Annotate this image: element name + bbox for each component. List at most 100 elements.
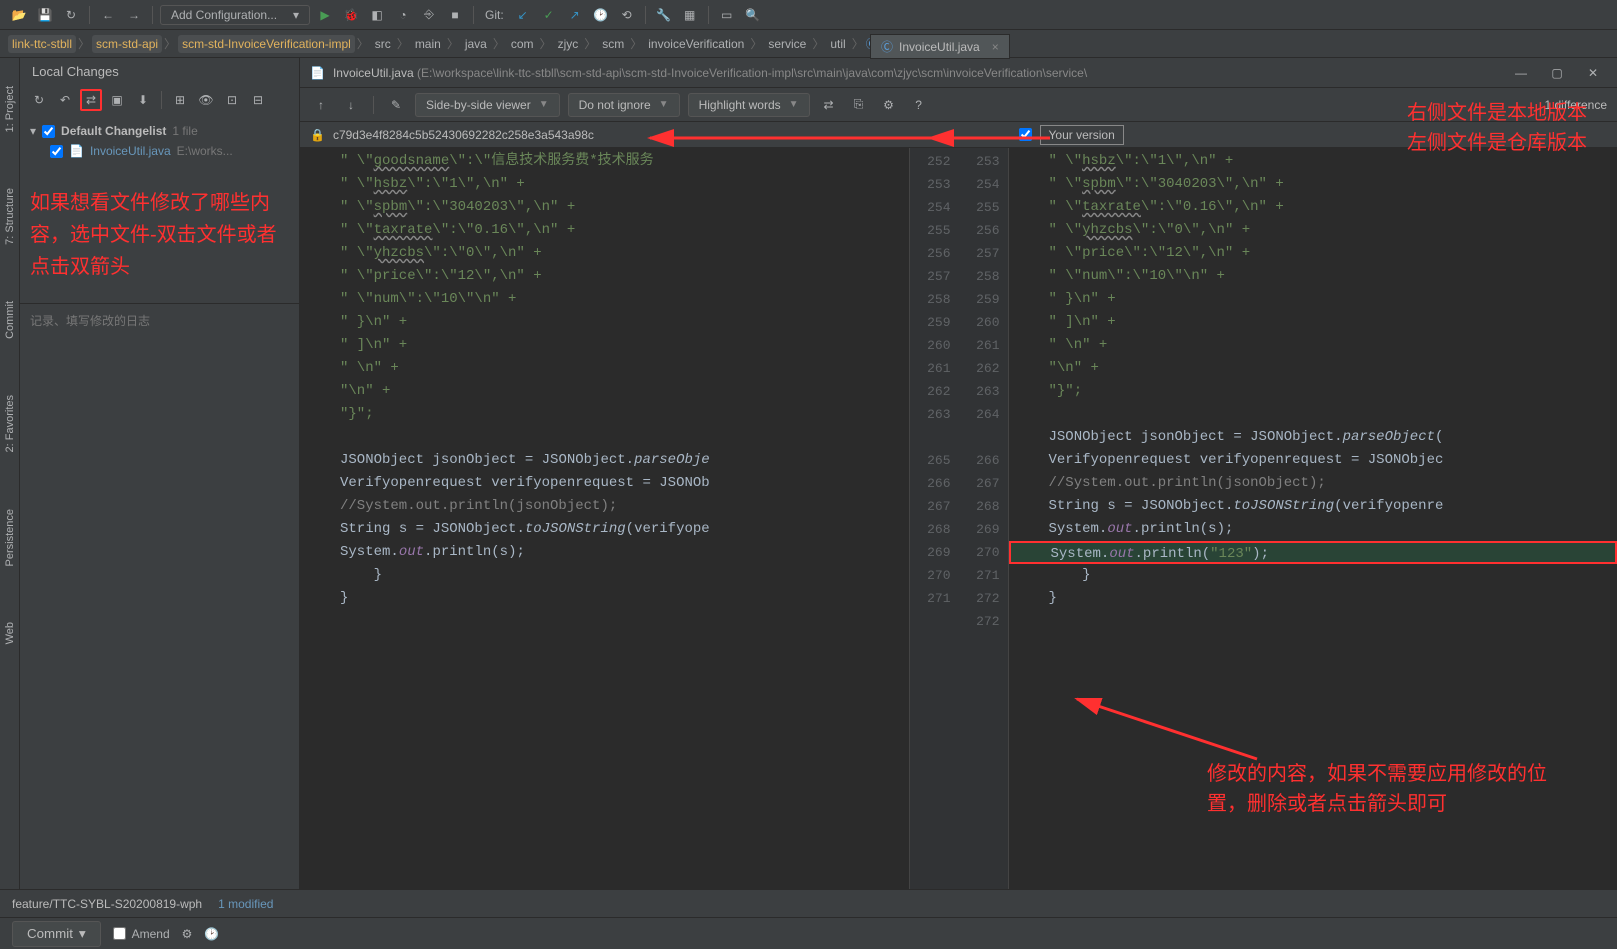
code-line[interactable]: " \"yhzcbs\":\"0\",\n" + bbox=[1009, 219, 1617, 242]
code-line[interactable]: String s = JSONObject.toJSONString(verif… bbox=[300, 518, 909, 541]
code-line[interactable]: " \"num\":\"10\"\n" + bbox=[300, 288, 909, 311]
code-line[interactable]: //System.out.println(jsonObject); bbox=[1009, 472, 1617, 495]
code-line[interactable]: System.out.println(s); bbox=[1009, 518, 1617, 541]
sidebar-tab-web[interactable]: Web bbox=[2, 614, 18, 652]
code-line[interactable]: //System.out.println(jsonObject); bbox=[300, 495, 909, 518]
sync-icon[interactable]: ↻ bbox=[60, 4, 82, 26]
sidebar-tab-commit[interactable]: Commit bbox=[2, 293, 18, 347]
code-line[interactable]: " \"spbm\":\"3040203\",\n" + bbox=[1009, 173, 1617, 196]
back-icon[interactable]: ← bbox=[97, 4, 119, 26]
code-line[interactable]: Verifyopenrequest verifyopenrequest = JS… bbox=[300, 472, 909, 495]
breadcrumb-item[interactable]: java bbox=[461, 35, 491, 53]
expand-icon[interactable]: ⊡ bbox=[221, 89, 243, 111]
attach-icon[interactable]: ⎆ bbox=[418, 4, 440, 26]
collapse-icon[interactable]: ⊟ bbox=[247, 89, 269, 111]
breadcrumb-item[interactable]: scm-std-InvoiceVerification-impl bbox=[178, 35, 355, 53]
breadcrumb-item[interactable]: com bbox=[507, 35, 538, 53]
commit-message-area[interactable]: 记录、填写修改的日志 bbox=[20, 303, 299, 889]
code-line[interactable]: JSONObject jsonObject = JSONObject.parse… bbox=[300, 449, 909, 472]
git-commit-icon[interactable]: ✓ bbox=[538, 4, 560, 26]
group-icon[interactable]: ⊞ bbox=[169, 89, 191, 111]
preview-icon[interactable]: 👁 bbox=[195, 89, 217, 111]
git-branch-label[interactable]: feature/TTC-SYBL-S20200819-wph bbox=[12, 897, 202, 911]
refresh-icon[interactable]: ↻ bbox=[28, 89, 50, 111]
code-line[interactable]: System.out.println(s); bbox=[300, 541, 909, 564]
amend-checkbox[interactable]: Amend bbox=[113, 927, 170, 941]
changelist-icon[interactable]: ▣ bbox=[106, 89, 128, 111]
maximize-icon[interactable]: ▢ bbox=[1543, 63, 1571, 83]
file-checkbox[interactable] bbox=[50, 145, 63, 158]
diff-settings-icon[interactable]: ⚙ bbox=[878, 94, 900, 116]
breadcrumb-item[interactable]: scm bbox=[598, 35, 628, 53]
help-icon[interactable]: ? bbox=[908, 94, 930, 116]
breadcrumb-item[interactable]: scm-std-api bbox=[92, 35, 162, 53]
forward-icon[interactable]: → bbox=[123, 4, 145, 26]
close-tab-icon[interactable]: × bbox=[992, 40, 999, 54]
prev-diff-icon[interactable]: ↑ bbox=[310, 94, 332, 116]
code-line[interactable]: "}"; bbox=[1009, 380, 1617, 403]
open-icon[interactable]: 📂 bbox=[8, 4, 30, 26]
code-with-me-icon[interactable]: ▭ bbox=[716, 4, 738, 26]
code-line[interactable]: " \"spbm\":\"3040203\",\n" + bbox=[300, 196, 909, 219]
run-configuration-dropdown[interactable]: Add Configuration... ▾ bbox=[160, 5, 310, 25]
code-line[interactable]: " \"price\":\"12\",\n" + bbox=[300, 265, 909, 288]
editor-tab[interactable]: Ⓒ InvoiceUtil.java × bbox=[870, 34, 1010, 59]
code-line[interactable]: " \"taxrate\":\"0.16\",\n" + bbox=[1009, 196, 1617, 219]
code-line[interactable]: " \"price\":\"12\",\n" + bbox=[1009, 242, 1617, 265]
code-line[interactable] bbox=[1009, 610, 1617, 633]
code-line[interactable]: " \"goodsname\":\"信息技术服务费*技术服务 bbox=[300, 150, 909, 173]
code-line[interactable]: } bbox=[1009, 564, 1617, 587]
viewer-mode-dropdown[interactable]: Side-by-side viewer▼ bbox=[415, 93, 560, 117]
code-line[interactable]: " \"hsbz\":\"1\",\n" + bbox=[1009, 150, 1617, 173]
code-line[interactable] bbox=[300, 426, 909, 449]
debug-icon[interactable]: 🐞 bbox=[340, 4, 362, 26]
sidebar-tab-structure[interactable]: 7: Structure bbox=[2, 180, 18, 253]
shelve-icon[interactable]: ⬇ bbox=[132, 89, 154, 111]
right-pane[interactable]: " \"hsbz\":\"1\",\n" +" \"spbm\":\"30402… bbox=[1009, 148, 1617, 889]
breadcrumb-item[interactable]: src bbox=[371, 35, 395, 53]
code-line[interactable]: " ]\n" + bbox=[1009, 311, 1617, 334]
breadcrumb-item[interactable]: invoiceVerification bbox=[644, 35, 748, 53]
ignore-mode-dropdown[interactable]: Do not ignore▼ bbox=[568, 93, 680, 117]
code-line[interactable]: " \"hsbz\":\"1\",\n" + bbox=[300, 173, 909, 196]
code-line[interactable]: "}"; bbox=[300, 403, 909, 426]
code-line[interactable]: " \n" + bbox=[1009, 334, 1617, 357]
code-line[interactable]: Verifyopenrequest verifyopenrequest = JS… bbox=[1009, 449, 1617, 472]
code-line[interactable]: "\n" + bbox=[300, 380, 909, 403]
changed-file-row[interactable]: 📄 InvoiceUtil.java E:\works... bbox=[30, 141, 289, 161]
breadcrumb-item[interactable]: main bbox=[411, 35, 445, 53]
git-history-icon[interactable]: 🕑 bbox=[590, 4, 612, 26]
sidebar-tab-project[interactable]: 1: Project bbox=[2, 78, 18, 140]
close-icon[interactable]: ✕ bbox=[1579, 63, 1607, 83]
project-structure-icon[interactable]: ▦ bbox=[679, 4, 701, 26]
collapse-unchanged-icon[interactable]: ⇄ bbox=[818, 94, 840, 116]
stop-icon[interactable]: ■ bbox=[444, 4, 466, 26]
run-icon[interactable]: ▶ bbox=[314, 4, 336, 26]
code-line[interactable]: " }\n" + bbox=[1009, 288, 1617, 311]
rollback-icon[interactable]: ↶ bbox=[54, 89, 76, 111]
commit-button[interactable]: Commit ▾ bbox=[12, 921, 101, 947]
git-push-icon[interactable]: ↗ bbox=[564, 4, 586, 26]
coverage-icon[interactable]: ◧ bbox=[366, 4, 388, 26]
left-pane[interactable]: " \"goodsname\":\"信息技术服务费*技术服务" \"hsbz\"… bbox=[300, 148, 909, 889]
expand-arrow-icon[interactable]: ▾ bbox=[30, 124, 36, 138]
breadcrumb-item[interactable]: zjyc bbox=[554, 35, 583, 53]
show-diff-icon[interactable]: ⇄ bbox=[80, 89, 102, 111]
search-everywhere-icon[interactable]: 🔍 bbox=[742, 4, 764, 26]
save-icon[interactable]: 💾 bbox=[34, 4, 56, 26]
code-line[interactable]: String s = JSONObject.toJSONString(verif… bbox=[1009, 495, 1617, 518]
commit-settings-icon[interactable]: ⚙ bbox=[182, 927, 193, 941]
commit-history-icon[interactable]: 🕑 bbox=[204, 927, 219, 941]
changelist-checkbox[interactable] bbox=[42, 125, 55, 138]
git-update-icon[interactable]: ↙ bbox=[512, 4, 534, 26]
edit-icon[interactable]: ✎ bbox=[385, 94, 407, 116]
code-line[interactable]: " \"yhzcbs\":\"0\",\n" + bbox=[300, 242, 909, 265]
code-line[interactable]: } bbox=[300, 587, 909, 610]
settings-icon[interactable]: 🔧 bbox=[653, 4, 675, 26]
breadcrumb-item[interactable]: link-ttc-stbll bbox=[8, 35, 76, 53]
minimize-icon[interactable]: — bbox=[1507, 63, 1535, 83]
code-line[interactable]: } bbox=[300, 564, 909, 587]
modified-count[interactable]: 1 modified bbox=[218, 897, 273, 911]
breadcrumb-item[interactable]: util bbox=[826, 35, 849, 53]
code-line[interactable]: System.out.println("123"); bbox=[1009, 541, 1617, 564]
